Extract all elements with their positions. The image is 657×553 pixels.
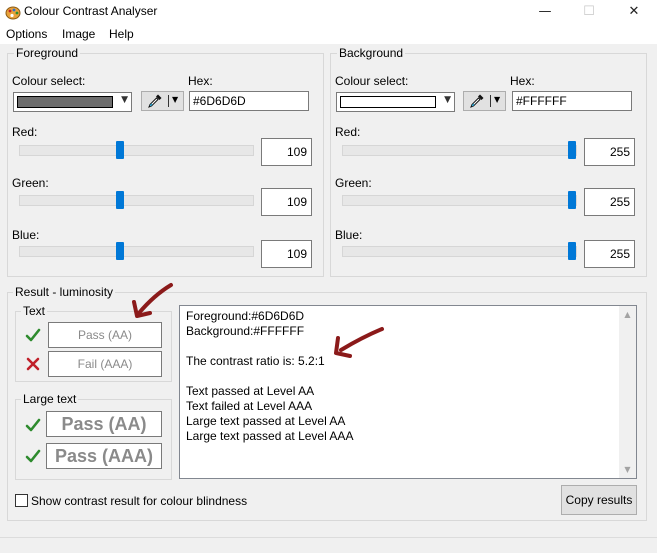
fg-colour-select-label: Colour select: — [12, 74, 86, 88]
checkmark-icon — [25, 328, 41, 342]
bg-blue-value[interactable]: 255 — [584, 240, 635, 268]
fg-blue-value[interactable]: 109 — [261, 240, 312, 268]
fg-red-track[interactable] — [19, 145, 254, 156]
palette-icon — [5, 6, 21, 20]
text-aa-result: Pass (AA) — [48, 322, 162, 348]
result-line: Large text passed at Level AA — [186, 414, 346, 428]
scroll-up-icon[interactable]: ▲ — [619, 306, 636, 323]
bg-red-value[interactable]: 255 — [584, 138, 635, 166]
fg-eyedropper-button[interactable]: ▼ — [141, 91, 184, 111]
maximize-button[interactable]: ☐ — [567, 0, 611, 24]
eyedropper-icon — [148, 94, 162, 108]
copy-results-button[interactable]: Copy results — [561, 485, 637, 515]
colour-blindness-label[interactable]: Show contrast result for colour blindnes… — [31, 494, 247, 508]
fg-green-label: Green: — [12, 176, 49, 190]
fg-blue-slider-thumb[interactable] — [116, 242, 124, 260]
contrast-ratio-line: The contrast ratio is: 5.2:1 — [186, 354, 325, 368]
bg-green-track[interactable] — [342, 195, 577, 206]
fg-hex-label: Hex: — [188, 74, 213, 88]
bg-colour-select-label: Colour select: — [335, 74, 409, 88]
fg-blue-label: Blue: — [12, 228, 40, 242]
menu-image[interactable]: Image — [62, 27, 95, 41]
bg-blue-track[interactable] — [342, 246, 577, 257]
text-aaa-result: Fail (AAA) — [48, 351, 162, 377]
cross-icon — [26, 357, 40, 371]
chevron-down-icon: ▼ — [444, 95, 451, 105]
bg-green-value[interactable]: 255 — [584, 188, 635, 216]
checkmark-icon — [25, 418, 41, 432]
results-scrollbar[interactable]: ▲ ▼ — [619, 306, 636, 478]
annotation-arrow-icon — [132, 283, 173, 318]
chevron-down-icon: ▼ — [172, 95, 179, 104]
bg-eyedropper-button[interactable]: ▼ — [463, 91, 506, 111]
scroll-down-icon[interactable]: ▼ — [619, 461, 636, 478]
colour-blindness-checkbox[interactable] — [15, 494, 28, 507]
picker-separator — [168, 95, 169, 107]
fg-green-slider-thumb[interactable] — [116, 191, 124, 209]
bg-red-track[interactable] — [342, 145, 577, 156]
checkmark-icon — [25, 449, 41, 463]
fg-red-value[interactable]: 109 — [261, 138, 312, 166]
result-line: Text passed at Level AA — [186, 384, 315, 398]
minimize-button[interactable]: — — [523, 0, 567, 24]
fg-green-track[interactable] — [19, 195, 254, 206]
bg-red-slider-thumb[interactable] — [568, 141, 576, 159]
annotation-arrow-icon — [334, 327, 384, 358]
foreground-title: Foreground — [14, 46, 81, 60]
bg-colour-swatch — [340, 96, 436, 108]
title-bar: Colour Contrast Analyser — ☐ ✕ — [0, 0, 657, 24]
fg-blue-track[interactable] — [19, 246, 254, 257]
results-text-area[interactable]: Foreground:#6D6D6D Background:#FFFFFF Th… — [179, 305, 637, 479]
bg-red-label: Red: — [335, 125, 361, 139]
menu-help[interactable]: Help — [109, 27, 134, 41]
bg-blue-label: Blue: — [335, 228, 363, 242]
fg-hex-input[interactable] — [189, 91, 309, 111]
result-line: Foreground:#6D6D6D — [186, 309, 305, 323]
close-button[interactable]: ✕ — [612, 0, 656, 24]
fg-colour-swatch — [17, 96, 113, 108]
large-aaa-result: Pass (AAA) — [46, 443, 162, 469]
result-line: Text failed at Level AAA — [186, 399, 313, 413]
status-bar — [0, 537, 657, 553]
bg-blue-slider-thumb[interactable] — [568, 242, 576, 260]
menu-options[interactable]: Options — [6, 27, 47, 41]
menu-bar: Options Image Help — [0, 24, 657, 44]
bg-colour-select[interactable]: ▼ — [336, 92, 455, 112]
picker-separator — [490, 95, 491, 107]
bg-hex-input[interactable] — [512, 91, 632, 111]
chevron-down-icon: ▼ — [494, 95, 501, 104]
bg-hex-label: Hex: — [510, 74, 535, 88]
fg-red-slider-thumb[interactable] — [116, 141, 124, 159]
window-title: Colour Contrast Analyser — [24, 4, 158, 18]
fg-green-value[interactable]: 109 — [261, 188, 312, 216]
text-result-title: Text — [21, 304, 48, 318]
result-title: Result - luminosity — [13, 285, 116, 299]
large-text-result-title: Large text — [21, 392, 79, 406]
eyedropper-icon — [470, 94, 484, 108]
bg-green-slider-thumb[interactable] — [568, 191, 576, 209]
fg-colour-select[interactable]: ▼ — [13, 92, 132, 112]
large-aa-result: Pass (AA) — [46, 411, 162, 437]
result-line: Background:#FFFFFF — [186, 324, 305, 338]
background-title: Background — [337, 46, 406, 60]
result-line: Large text passed at Level AAA — [186, 429, 354, 443]
bg-green-label: Green: — [335, 176, 372, 190]
chevron-down-icon: ▼ — [121, 95, 128, 105]
fg-red-label: Red: — [12, 125, 38, 139]
